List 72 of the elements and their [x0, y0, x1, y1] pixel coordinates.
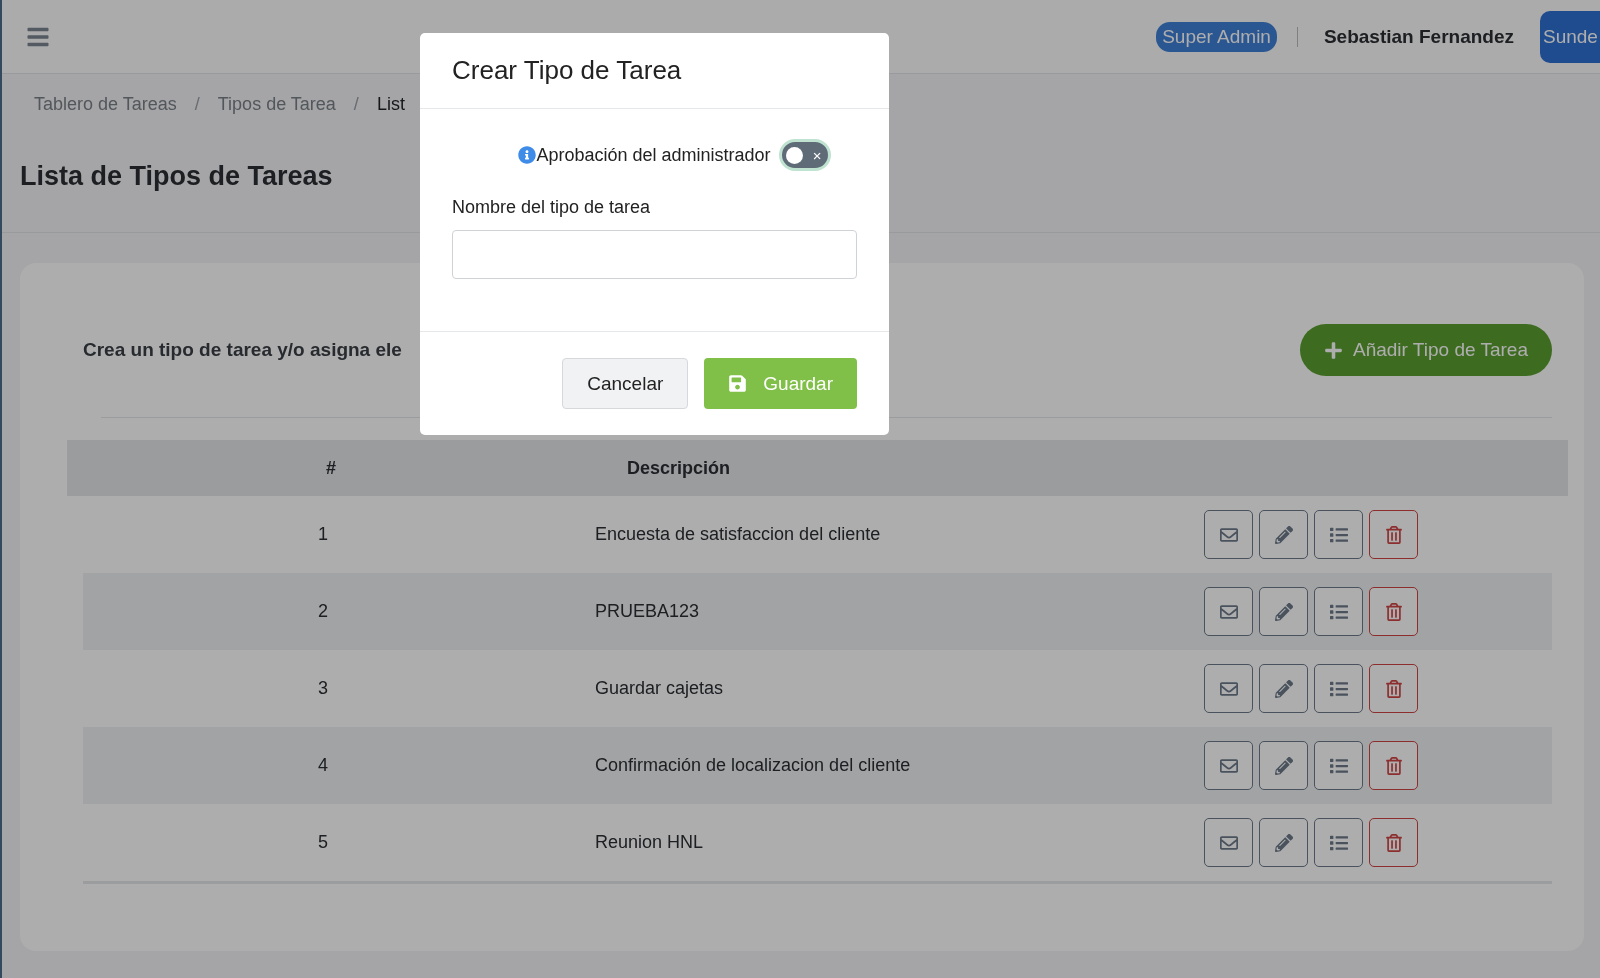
pencil-icon — [1274, 833, 1293, 852]
list-button[interactable] — [1314, 741, 1363, 790]
email-button[interactable] — [1204, 664, 1253, 713]
cancel-button[interactable]: Cancelar — [562, 358, 689, 409]
list-button[interactable] — [1314, 818, 1363, 867]
avatar-button[interactable]: Sunde — [1540, 10, 1600, 63]
envelope-icon — [1219, 602, 1238, 621]
trash-icon — [1384, 756, 1403, 775]
trash-icon — [1384, 602, 1403, 621]
email-button[interactable] — [1204, 510, 1253, 559]
envelope-icon — [1219, 679, 1238, 698]
page-title: Lista de Tipos de Tareas — [20, 161, 333, 192]
breadcrumb-link[interactable]: List — [376, 94, 405, 115]
approval-toggle[interactable]: × — [778, 139, 831, 171]
breadcrumb-link[interactable]: Tipos de Tarea — [217, 94, 336, 115]
pencil-icon — [1274, 679, 1293, 698]
column-header: # — [326, 457, 336, 479]
list-icon — [1329, 756, 1348, 775]
table-cell: 4 — [318, 755, 328, 776]
edit-button[interactable] — [1259, 741, 1308, 790]
column-header: Descripción — [627, 457, 732, 479]
delete-button[interactable] — [1369, 664, 1418, 713]
list-icon — [1329, 525, 1348, 544]
breadcrumb-separator: / — [353, 94, 359, 115]
envelope-icon — [1219, 833, 1238, 852]
info-icon — [518, 146, 537, 164]
edit-button[interactable] — [1259, 818, 1308, 867]
delete-button[interactable] — [1369, 818, 1418, 867]
edit-button[interactable] — [1259, 510, 1308, 559]
user-name: Sebastian Fernandez — [1323, 25, 1514, 48]
delete-button[interactable] — [1369, 587, 1418, 636]
pencil-icon — [1274, 756, 1293, 775]
toggle-label: Aprobación del administrador — [536, 144, 771, 166]
envelope-icon — [1219, 756, 1238, 775]
pencil-icon — [1274, 602, 1293, 621]
table-cell: 2 — [318, 601, 328, 622]
card-description: Crea un tipo de tarea y/o asigna ele — [83, 339, 402, 361]
email-button[interactable] — [1204, 587, 1253, 636]
delete-button[interactable] — [1369, 741, 1418, 790]
modal-title: Crear Tipo de Tarea — [452, 55, 683, 86]
table-cell-text: Guardar cajetas — [595, 678, 725, 699]
email-button[interactable] — [1204, 741, 1253, 790]
list-button[interactable] — [1314, 587, 1363, 636]
add-button[interactable]: Añadir Tipo de Tarea — [1300, 324, 1552, 376]
list-icon — [1329, 833, 1348, 852]
table-cell-text: Confirmación de localizacion del cliente — [595, 755, 912, 776]
role-badge: Super Admin — [1156, 21, 1277, 52]
trash-icon — [1384, 833, 1403, 852]
table-cell: 5 — [318, 832, 328, 853]
pencil-icon — [1274, 525, 1293, 544]
input-field[interactable] — [452, 230, 857, 279]
edit-button[interactable] — [1259, 664, 1308, 713]
table-cell-text: Reunion HNL — [595, 832, 705, 853]
envelope-icon — [1219, 525, 1238, 544]
breadcrumb-link[interactable]: Tablero de Tareas — [34, 94, 177, 115]
list-button[interactable] — [1314, 664, 1363, 713]
table-cell-text: PRUEBA123 — [595, 601, 701, 622]
edit-button[interactable] — [1259, 587, 1308, 636]
plus-icon — [1324, 340, 1343, 360]
save-button[interactable]: Guardar — [704, 358, 857, 409]
field-label: Nombre del tipo de tarea — [452, 197, 652, 218]
delete-button[interactable] — [1369, 510, 1418, 559]
breadcrumb-separator: / — [194, 94, 200, 115]
trash-icon — [1384, 525, 1403, 544]
list-button[interactable] — [1314, 510, 1363, 559]
table-cell: 3 — [318, 678, 328, 699]
table-cell-text: Encuesta de satisfaccion del cliente — [595, 524, 882, 545]
email-button[interactable] — [1204, 818, 1253, 867]
list-icon — [1329, 679, 1348, 698]
list-icon — [1329, 602, 1348, 621]
trash-icon — [1384, 679, 1403, 698]
table-cell: 1 — [318, 524, 328, 545]
